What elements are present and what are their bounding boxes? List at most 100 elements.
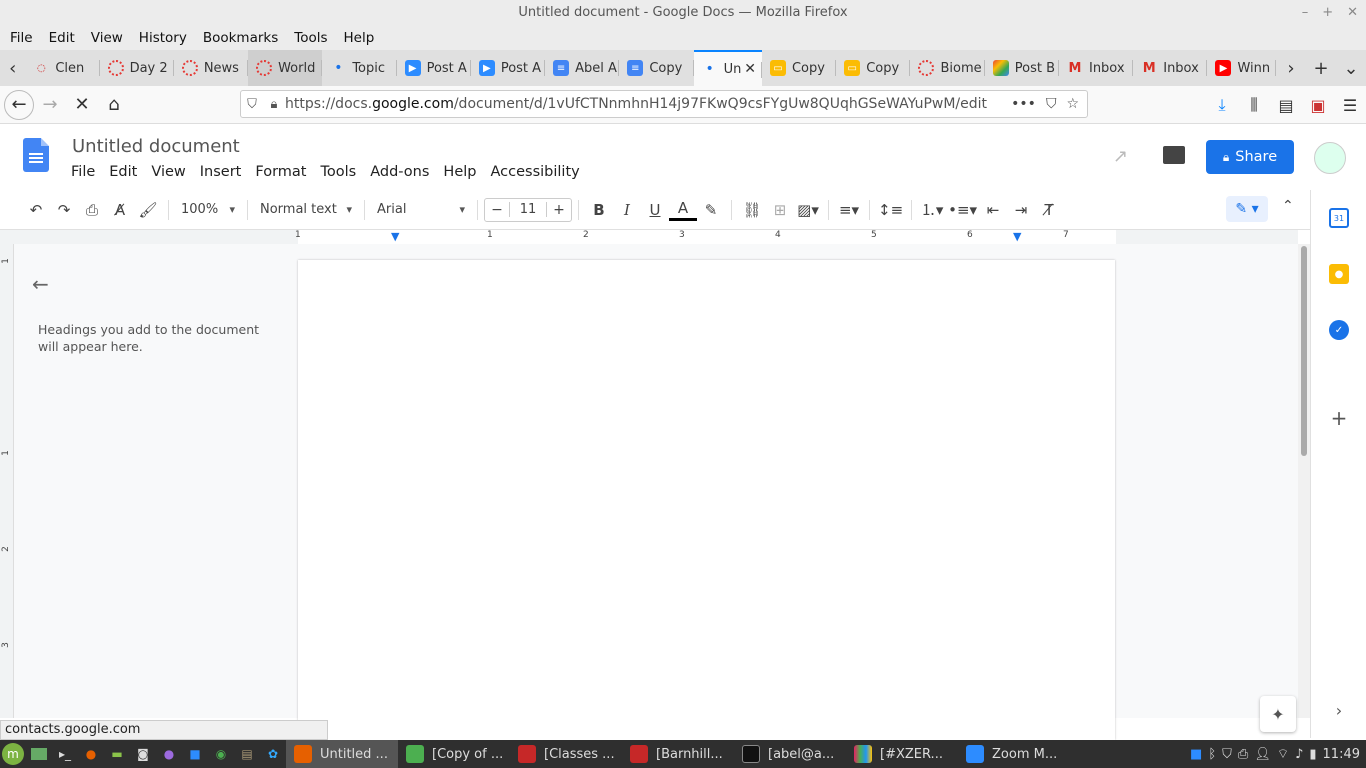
lock-icon[interactable]: 🔒︎ [263,97,285,112]
scrollbar-thumb[interactable] [1301,246,1307,456]
spellcheck-icon[interactable]: A̸ [106,196,134,224]
tab-list-icon[interactable]: ⌄ [1336,58,1366,79]
taskbar-window[interactable]: Untitled ... [286,740,398,768]
taskbar-window[interactable]: [Copy of ... [398,740,510,768]
docs-menu-tools[interactable]: Tools [313,164,363,180]
menu-bookmarks[interactable]: Bookmarks [195,30,286,46]
tab[interactable]: ▭ Copy [762,50,837,86]
app-icon[interactable]: ✿ [260,742,286,766]
clear-formatting-icon[interactable]: T̸ [1035,196,1063,224]
taskbar-window[interactable]: Zoom M... [958,740,1070,768]
style-select[interactable]: Normal text [254,202,358,217]
docs-menu-edit[interactable]: Edit [102,164,144,180]
tab[interactable]: Post B [985,50,1059,86]
editing-mode-icon[interactable]: ✎ ▾ [1226,196,1268,222]
numbered-list-icon[interactable]: ⒈▾ [918,196,946,224]
document-title[interactable]: Untitled document [72,136,240,157]
decrease-indent-icon[interactable]: ⇤ [979,196,1007,224]
pocket-icon[interactable]: ⛉ [1046,96,1057,112]
tab[interactable]: ▶ Post A [471,50,546,86]
home-icon[interactable]: ⌂ [98,89,130,121]
font-select[interactable]: Arial [371,202,471,217]
camera-icon[interactable]: ◙ [130,742,156,766]
link-icon[interactable]: ⛓ [738,196,766,224]
bookmark-star-icon[interactable]: ☆ [1066,96,1079,112]
tab[interactable]: News [174,50,249,86]
zoom-icon[interactable]: ■ [182,742,208,766]
tab[interactable]: Biome [910,50,985,86]
tasks-icon[interactable]: ✓ [1329,320,1349,340]
docs-menu-file[interactable]: File [64,164,102,180]
increase-font-size-icon[interactable]: + [547,202,571,218]
highlight-icon[interactable]: ✎ [697,196,725,224]
wifi-icon[interactable]: ⌔ [1277,746,1289,762]
notes-icon[interactable]: ▤ [234,742,260,766]
chevron-right-icon[interactable]: › [1329,700,1349,720]
bulleted-list-icon[interactable]: •≡▾ [946,196,979,224]
add-addon-icon[interactable]: + [1329,406,1349,430]
redo-icon[interactable]: ↷ [50,196,78,224]
close-icon[interactable]: ✕ [1347,0,1358,26]
docs-menu-accessibility[interactable]: Accessibility [483,164,586,180]
keep-icon[interactable]: ● [1329,264,1349,284]
terminal-icon[interactable]: ▸_ [52,742,78,766]
printer-icon[interactable]: ⎙ [1238,747,1248,762]
battery-icon[interactable]: ▮ [1309,747,1316,762]
print-icon[interactable]: ⎙ [78,196,106,224]
share-button[interactable]: 🔒︎ Share [1206,140,1294,174]
menu-edit[interactable]: Edit [41,30,83,46]
underline-icon[interactable]: U [641,196,669,224]
italic-icon[interactable]: I [613,196,641,224]
close-tab-icon[interactable]: ✕ [744,61,762,77]
menu-view[interactable]: View [83,30,131,46]
page-actions-icon[interactable]: ••• [1011,96,1036,112]
docs-menu-insert[interactable]: Insert [193,164,249,180]
paint-format-icon[interactable]: 🖌︎ [134,196,162,224]
comment-icon[interactable] [1163,146,1185,164]
url-bar[interactable]: ⛉ 🔒︎ https://docs. google.com/document/d/… [240,90,1088,118]
library-icon[interactable]: ⫼ [1238,95,1270,115]
extension-icon[interactable]: ▣ [1302,96,1334,115]
user-icon[interactable]: 👤︎ [1254,747,1271,762]
align-icon[interactable]: ≡▾ [835,196,863,224]
docs-menu-addons[interactable]: Add-ons [363,164,436,180]
vertical-scrollbar[interactable] [1298,244,1310,718]
hamburger-menu-icon[interactable]: ☰ [1334,96,1366,115]
tab[interactable]: • Topic [322,50,397,86]
back-icon[interactable]: ← [4,89,34,120]
firefox-icon[interactable]: ● [78,742,104,766]
minimize-icon[interactable]: – [1302,0,1309,26]
tab[interactable]: World [248,50,323,86]
chrome-icon[interactable]: ◉ [208,742,234,766]
tab-scroll-right-icon[interactable]: › [1276,58,1306,79]
tab[interactable]: M Inbox [1059,50,1134,86]
tab[interactable]: ▭ Copy [836,50,911,86]
tab[interactable]: Day 2 [100,50,174,86]
bold-icon[interactable]: B [585,196,613,224]
show-desktop-icon[interactable] [26,742,52,766]
docs-menu-format[interactable]: Format [248,164,313,180]
taskbar-window[interactable]: [Classes ... [510,740,622,768]
mint-menu-icon[interactable]: m [2,743,24,765]
docs-logo-icon[interactable] [23,138,49,172]
indent-marker-icon[interactable]: ▼ [391,230,399,243]
menu-file[interactable]: File [2,30,41,46]
tab[interactable]: ▶ Post A [397,50,471,86]
taskbar-window[interactable]: [abel@a... [734,740,846,768]
docs-menu-help[interactable]: Help [436,164,483,180]
tab[interactable]: ◌ Clen [25,50,100,86]
tab[interactable]: ≡ Abel A [545,50,620,86]
line-spacing-icon[interactable]: ↕≡ [876,196,905,224]
docs-menu-view[interactable]: View [144,164,192,180]
activity-trend-icon[interactable]: ↗ [1113,146,1128,167]
shield-icon[interactable]: ⛉ [1222,747,1232,762]
text-color-icon[interactable]: A [669,199,697,221]
avatar[interactable] [1314,142,1346,174]
tab-active[interactable]: • Un ✕ [693,50,762,86]
tab[interactable]: ≡ Copy [619,50,694,86]
menu-history[interactable]: History [131,30,195,46]
close-outline-arrow-icon[interactable]: ← [32,272,49,296]
increase-indent-icon[interactable]: ⇥ [1007,196,1035,224]
new-tab-icon[interactable]: + [1306,58,1336,79]
add-comment-icon[interactable]: ⊞ [766,196,794,224]
